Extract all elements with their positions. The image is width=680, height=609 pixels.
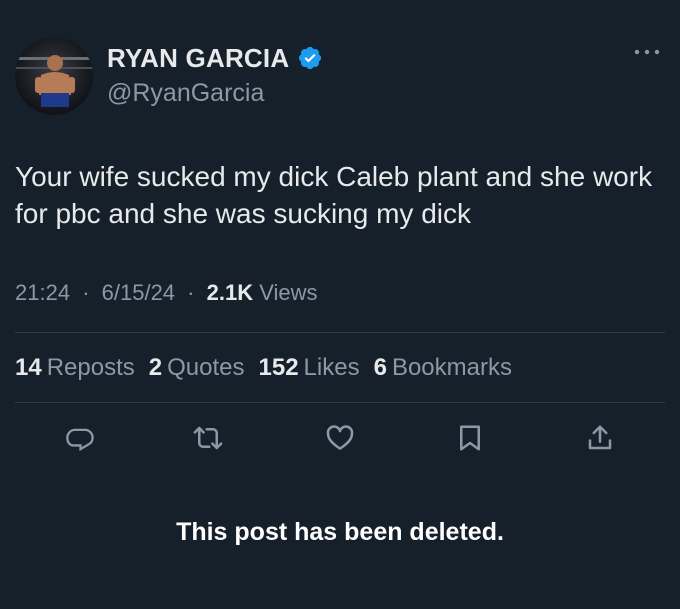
reposts-label: Reposts	[46, 354, 135, 381]
views-label: Views	[259, 280, 318, 305]
reply-icon[interactable]	[60, 418, 100, 458]
verified-badge-icon	[297, 45, 323, 71]
stat-likes[interactable]: 152 Likes	[259, 354, 360, 382]
bookmarks-count: 6	[373, 354, 387, 381]
meta-separator: ·	[82, 280, 90, 305]
bookmarks-label: Bookmarks	[391, 354, 512, 381]
deleted-notice: This post has been deleted.	[176, 518, 504, 546]
avatar-image	[15, 55, 93, 107]
display-name[interactable]: RYAN GARCIA	[107, 43, 289, 74]
reposts-count: 14	[15, 354, 42, 381]
bookmark-icon[interactable]	[450, 418, 490, 458]
divider	[15, 332, 665, 333]
user-handle[interactable]: @RyanGarcia	[107, 79, 323, 108]
like-icon[interactable]	[320, 418, 360, 458]
quotes-label: Quotes	[167, 354, 245, 381]
stat-reposts[interactable]: 14 Reposts	[15, 354, 135, 382]
divider	[15, 402, 665, 403]
tweet-text: Your wife sucked my dick Caleb plant and…	[15, 161, 653, 229]
engagement-stats: 14 Reposts 2 Quotes 152 Likes 6 Bookmarks	[15, 354, 526, 382]
more-options-icon[interactable]	[633, 45, 661, 57]
quotes-count: 2	[148, 354, 163, 381]
action-bar	[0, 418, 680, 458]
stat-bookmarks[interactable]: 6 Bookmarks	[374, 354, 512, 382]
avatar[interactable]	[15, 37, 93, 115]
stat-quotes[interactable]: 2 Quotes	[149, 354, 245, 382]
likes-count: 152	[258, 354, 299, 381]
share-icon[interactable]	[580, 418, 620, 458]
meta-separator: ·	[187, 280, 195, 305]
tweet-header: RYAN GARCIA @RyanGarcia	[15, 35, 665, 115]
views-count: 2.1K	[206, 280, 254, 305]
likes-label: Likes	[303, 354, 360, 381]
tweet-time[interactable]: 21:24	[15, 280, 70, 305]
tweet-date[interactable]: 6/15/24	[102, 280, 175, 305]
user-names: RYAN GARCIA @RyanGarcia	[107, 43, 323, 108]
tweet-meta: 21:24 · 6/15/24 · 2.1K Views	[15, 280, 318, 306]
repost-icon[interactable]	[188, 418, 228, 458]
